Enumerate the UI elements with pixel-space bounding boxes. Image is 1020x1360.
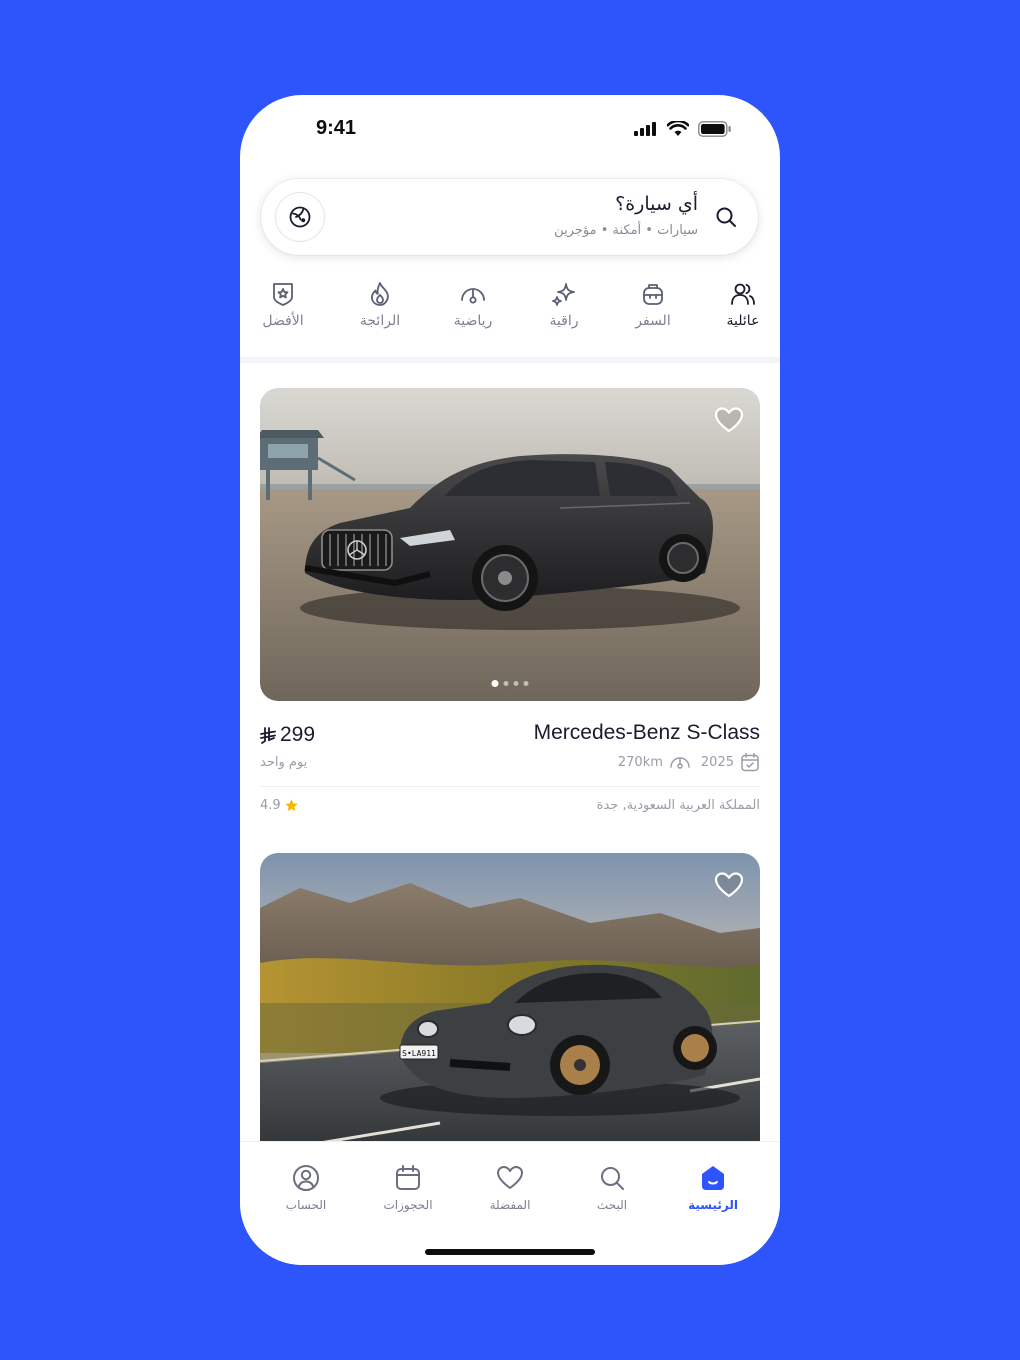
price: 299 [260,723,315,747]
nav-label: المفضلة [489,1198,531,1212]
category-label: الرائجة [359,313,401,329]
bottom-nav: الرئيسية البحث المفضلة الحجوزات الحساب [240,1141,780,1265]
rating-value: 4.9 [260,798,281,813]
signal-icon [634,122,656,136]
car-specs: 270km 2025 [618,752,760,772]
flame-icon [371,282,389,306]
category-label: رياضية [453,313,493,329]
category-sport[interactable]: رياضية [433,281,513,329]
category-best[interactable]: الأفضل [243,281,323,329]
year: 2025 [701,752,760,772]
user-circle-icon [293,1165,319,1191]
riyal-icon [260,726,276,744]
carousel-dot[interactable] [513,681,519,686]
nav-label: البحث [596,1198,628,1212]
home-icon [702,1166,724,1190]
status-time: 9:41 [316,117,357,139]
search-bar[interactable]: أي سيارة؟ سيارات • أمكنة • مؤجرين [261,179,758,255]
card-divider [260,786,760,787]
calendar-icon [396,1165,420,1190]
nav-label: الحجوزات [383,1198,433,1212]
award-badge-icon [273,283,293,306]
mileage-value: 270km [617,754,663,770]
status-icons [634,121,732,137]
nav-label: الحساب [285,1198,327,1212]
nav-home[interactable]: الرئيسية [668,1164,758,1212]
category-divider [240,357,780,363]
car-name: Mercedes-Benz S-Class [533,721,760,744]
search-title: أي سيارة؟ [615,193,698,215]
favorite-button[interactable] [714,871,744,903]
luggage-icon [643,284,663,305]
rating: 4.9 [260,798,299,813]
phone-frame: 9:41 أي سيارة؟ سيارات • أمكنة • مؤجرين ع… [240,95,780,1265]
price-value: 299 [280,723,316,746]
car-photo[interactable] [260,388,760,701]
star-icon [284,799,298,812]
wifi-icon [667,121,689,136]
nav-favorites[interactable]: المفضلة [465,1164,555,1212]
category-luxury[interactable]: راقية [524,281,604,329]
family-icon [731,283,755,305]
category-label: الأفضل [262,313,304,329]
carousel-dots [491,680,529,687]
home-indicator [425,1249,595,1255]
category-family[interactable]: عائلية [703,281,780,329]
price-period: يوم واحد [260,755,308,770]
license-plate: S•LA911 [402,1049,436,1058]
nav-bookings[interactable]: الحجوزات [363,1164,453,1212]
sparkle-icon [552,283,575,306]
speedometer-icon [461,288,485,304]
nav-label: الرئيسية [688,1198,738,1212]
favorite-button[interactable] [714,406,744,438]
location: المملكة العربية السعودية, جدة [596,798,760,813]
mileage: 270km [618,753,691,771]
battery-icon [698,121,731,137]
car-photo[interactable]: S•LA911 [260,853,760,1166]
speedometer-icon [670,757,690,769]
category-trending[interactable]: الرائجة [340,281,420,329]
nav-search[interactable]: البحث [567,1164,657,1212]
category-label: راقية [549,313,579,329]
year-value: 2025 [700,754,734,770]
carousel-dot[interactable] [523,681,529,686]
nav-account[interactable]: الحساب [261,1164,351,1212]
search-icon [601,1167,624,1190]
search-subtitle: سيارات • أمكنة • مؤجرين [554,223,698,238]
carousel-dot[interactable] [503,681,509,686]
heart-icon [497,1166,523,1189]
listing-card[interactable]: S•LA911 [260,853,760,1166]
search-icon [714,205,738,233]
category-label: السفر [635,313,671,329]
calendar-check-icon [741,752,759,772]
category-label: عائلية [726,313,760,329]
filter-button[interactable] [275,192,325,242]
heart-icon [714,872,744,898]
filter-icon [289,206,311,228]
heart-icon [714,407,744,433]
carousel-dot[interactable] [491,680,499,687]
category-travel[interactable]: السفر [613,281,693,329]
listing-card[interactable]: Mercedes-Benz S-Class 299 يوم واحد 270km… [260,388,760,813]
category-bar: عائلية السفر راقية رياضية الرائجة الأفضل [240,281,780,357]
